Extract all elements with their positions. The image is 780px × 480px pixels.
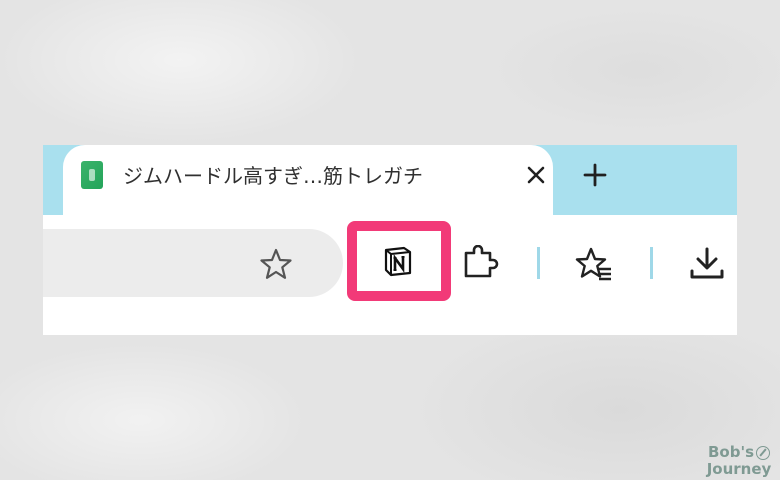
- browser-toolbar: [43, 215, 737, 315]
- brand-line1: Bob's: [708, 443, 754, 461]
- toolbar-divider: [650, 247, 653, 279]
- star-outline-icon[interactable]: [259, 247, 293, 281]
- tab-title[interactable]: ジムハードル高すぎ…筋トレガチ: [123, 161, 488, 191]
- brand-logo: Bob's Journey: [700, 444, 778, 478]
- browser-window: ジムハードル高すぎ…筋トレガチ: [43, 145, 737, 335]
- site-favicon-icon: [81, 161, 103, 189]
- brand-line2: Journey: [706, 460, 772, 478]
- address-bar[interactable]: [43, 229, 343, 297]
- tab-close-button[interactable]: [521, 159, 551, 191]
- download-icon[interactable]: [687, 247, 727, 281]
- new-tab-button[interactable]: [577, 157, 613, 193]
- active-tab[interactable]: ジムハードル高すぎ…筋トレガチ: [63, 145, 553, 217]
- tab-strip: ジムハードル高すぎ…筋トレガチ: [43, 145, 737, 217]
- toolbar-divider: [537, 247, 540, 279]
- notion-icon[interactable]: [382, 245, 414, 277]
- plus-icon: [583, 163, 607, 187]
- star-list-icon[interactable]: [573, 245, 613, 283]
- compass-icon: [756, 445, 770, 460]
- close-icon: [527, 166, 545, 184]
- puzzle-piece-icon[interactable]: [461, 245, 501, 281]
